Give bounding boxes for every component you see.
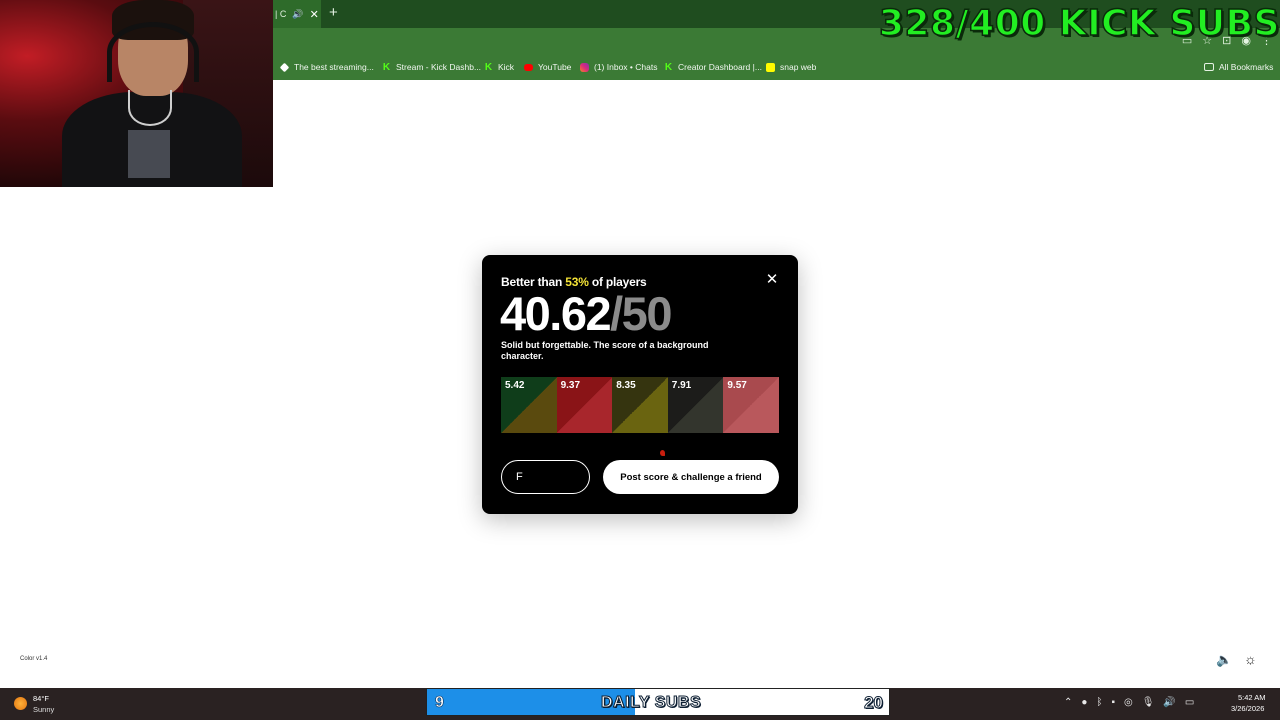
- chevron-up-icon[interactable]: ⌃: [1064, 697, 1072, 708]
- round-score: 8.35: [616, 380, 636, 391]
- bookmark-label: Kick: [498, 62, 515, 72]
- volume-icon[interactable]: 🔊: [1163, 697, 1175, 708]
- daily-subs-current: 9: [435, 694, 445, 712]
- bookmark-item[interactable]: YouTube: [524, 56, 571, 78]
- chrome-icon[interactable]: ◎: [1124, 697, 1133, 708]
- score-verdict: Solid but forgettable. The score of a ba…: [501, 340, 709, 361]
- round-swatch: 7.91: [667, 377, 724, 433]
- version-label: Color v1.4: [20, 656, 48, 662]
- theme-toggle-icon[interactable]: ☼: [1244, 651, 1257, 667]
- kick-icon: K: [664, 61, 673, 73]
- weather-condition: Sunny: [33, 705, 55, 714]
- kick-icon: K: [382, 61, 391, 73]
- folder-icon: [1204, 63, 1214, 71]
- sun-icon[interactable]: [14, 697, 27, 710]
- weather-temp[interactable]: 84°F: [33, 694, 49, 703]
- round-score: 5.42: [505, 380, 525, 391]
- speaker-icon[interactable]: 🔊: [292, 9, 303, 20]
- system-tray: ⌃ ● ᛒ ▪ ◎ 🎙 🔊 ▭: [1064, 697, 1194, 708]
- mic-icon[interactable]: 🎙: [1142, 697, 1155, 708]
- bookmark-item[interactable]: (1) Inbox • Chats: [580, 56, 657, 78]
- daily-subs-bar: 9 DAILY SUBS 20: [426, 688, 890, 716]
- post-score-button[interactable]: Post score & challenge a friend: [603, 460, 779, 494]
- bookmark-item[interactable]: K Kick: [484, 56, 514, 78]
- name-input[interactable]: [501, 460, 590, 494]
- webcam-feed: [0, 0, 273, 187]
- round-swatches: 5.42 9.37 8.35 7.91 9.57: [501, 377, 779, 433]
- bookmark-label: Stream - Kick Dashb...: [396, 62, 482, 72]
- round-score: 9.37: [560, 380, 581, 391]
- all-bookmarks[interactable]: All Bookmarks: [1204, 56, 1273, 78]
- new-tab-button[interactable]: +: [329, 5, 338, 21]
- bluetooth-icon[interactable]: ᛒ: [1096, 697, 1102, 708]
- score-value: 40.62: [500, 287, 612, 340]
- instagram-icon: [580, 62, 589, 72]
- subs-goal-overlay: 328/400 KICK SUBS: [878, 2, 1280, 45]
- all-bookmarks-label: All Bookmarks: [1219, 62, 1274, 72]
- bookmark-item[interactable]: K Creator Dashboard |...: [664, 56, 762, 78]
- round-score: 9.57: [727, 380, 747, 391]
- bookmark-label: snap web: [780, 62, 817, 72]
- close-tab-icon[interactable]: ✕: [310, 8, 319, 21]
- bookmark-label: YouTube: [538, 62, 572, 72]
- monitor-icon[interactable]: ▭: [1185, 697, 1194, 708]
- clock-date[interactable]: 3/26/2026: [1231, 704, 1264, 713]
- clock-time[interactable]: 5:42 AM: [1238, 693, 1266, 702]
- daily-subs-label: DAILY SUBS: [600, 694, 702, 712]
- bookmark-item[interactable]: K Stream - Kick Dashb...: [382, 56, 481, 78]
- score-max: /50: [610, 287, 672, 340]
- round-swatch: 9.37: [556, 377, 613, 433]
- bookmark-label: The best streaming...: [294, 62, 374, 72]
- bookmark-label: Creator Dashboard |...: [678, 62, 762, 72]
- nvidia-icon[interactable]: ▪: [1111, 697, 1115, 708]
- bookmark-item[interactable]: The best streaming...: [279, 56, 374, 78]
- gem-icon: [279, 62, 290, 72]
- daily-subs-target: 20: [864, 693, 884, 713]
- close-icon[interactable]: ✕: [765, 272, 779, 287]
- snapchat-icon: [766, 62, 775, 72]
- app-icon[interactable]: ●: [1081, 697, 1087, 708]
- tab-title: | C: [275, 9, 287, 19]
- round-swatch: 9.57: [723, 377, 779, 433]
- mouse-cursor: [660, 450, 665, 456]
- round-swatch: 8.35: [612, 377, 668, 433]
- sound-icon[interactable]: 🔈: [1216, 652, 1232, 668]
- round-score: 7.91: [671, 380, 692, 391]
- kick-icon: K: [484, 61, 493, 73]
- final-score: 40.62/50: [500, 287, 672, 340]
- browser-tab[interactable]: | C 🔊 ✕: [273, 0, 321, 28]
- youtube-icon: [524, 63, 533, 71]
- round-swatch: 5.42: [501, 377, 557, 433]
- bookmark-label: (1) Inbox • Chats: [594, 62, 658, 72]
- bookmark-item[interactable]: snap web: [766, 56, 816, 78]
